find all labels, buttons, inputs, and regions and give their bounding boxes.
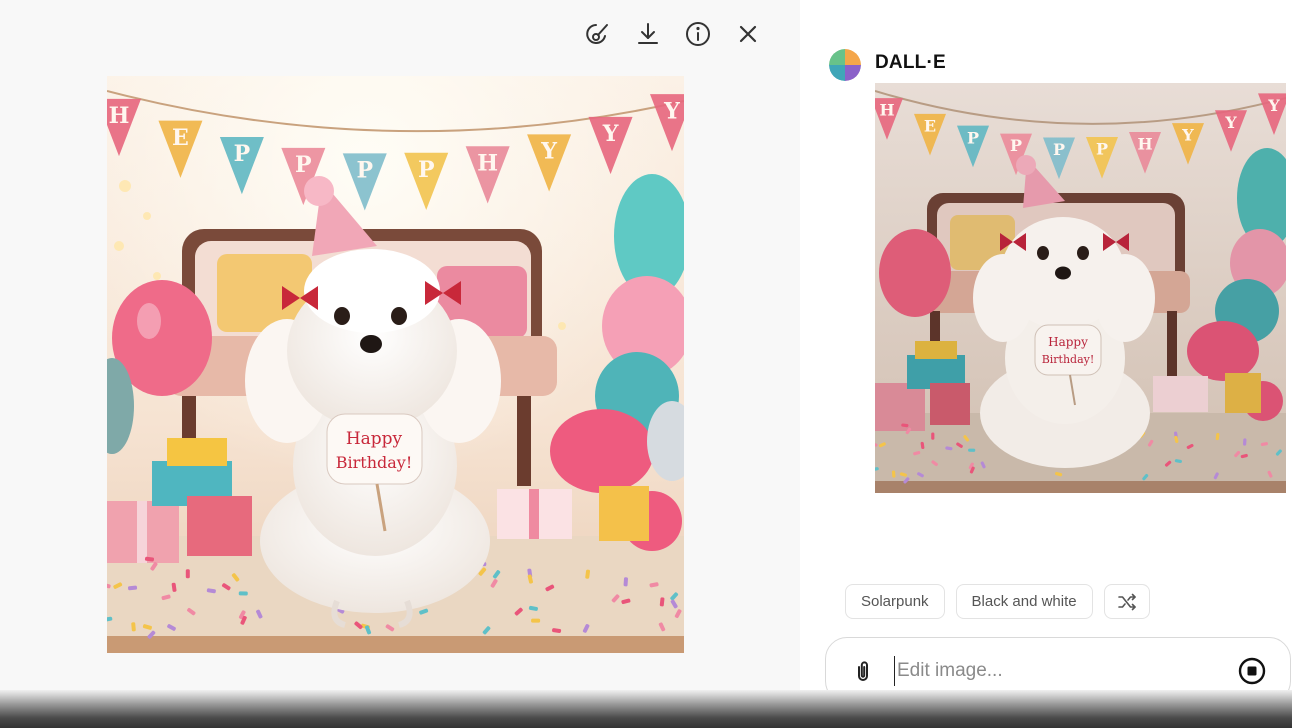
paperclip-icon[interactable] (850, 658, 876, 684)
confetti-piece (623, 577, 628, 587)
bunting-letter: H (1137, 135, 1152, 154)
bunting-letter: H (109, 103, 130, 129)
confetti-piece (531, 618, 541, 623)
confetti-piece (238, 591, 248, 596)
bunting-letter: Y (540, 139, 557, 165)
bunting-letter: Y (663, 98, 680, 124)
confetti-piece (968, 448, 976, 452)
info-icon (686, 22, 710, 46)
bunting-letter: Y (602, 121, 619, 147)
edit-image-input[interactable] (894, 656, 1214, 686)
suggestion-black-and-white[interactable]: Black and white (955, 584, 1093, 619)
bunting-letter: P (1096, 140, 1108, 159)
generated-image[interactable]: H E P P P P H Y Y Y Happy Birthday! (107, 76, 684, 653)
download-button[interactable] (630, 16, 666, 52)
bunting-letter: P (418, 157, 435, 183)
bunting-letter: E (172, 125, 189, 151)
sign-text-line2: Birthday! (336, 453, 413, 472)
close-icon (739, 25, 757, 43)
chat-panel: DALL·E H E P P P P H Y Y Y Happy Birthday! Solarp… (800, 0, 1292, 703)
bunting-letter: H (477, 150, 498, 176)
thumb-sign-line2: Birthday! (1042, 353, 1095, 366)
thumb-sign-line1: Happy (1048, 335, 1088, 349)
confetti-piece (1242, 438, 1247, 446)
bunting-letter: Y (1267, 96, 1280, 115)
bottom-bar (0, 690, 1292, 728)
bunting-letter: P (967, 128, 979, 147)
bunting-letter: H (879, 101, 894, 120)
bunting-letter: Y (1181, 126, 1194, 145)
suggestion-solarpunk[interactable]: Solarpunk (845, 584, 945, 619)
close-button[interactable] (730, 16, 766, 52)
brush-select-icon (586, 24, 608, 44)
bunting-letter: Y (1224, 113, 1237, 132)
confetti-piece (131, 622, 136, 632)
style-suggestions: Solarpunk Black and white (845, 584, 1150, 619)
sign-text-line1: Happy (346, 429, 403, 449)
confetti-piece (931, 432, 935, 440)
bunting-letter: P (1010, 136, 1022, 155)
download-icon (638, 23, 658, 44)
bunting-letter: P (295, 152, 312, 178)
viewer-toolbar (580, 16, 766, 52)
confetti-piece (185, 569, 190, 579)
bunting-letter: P (234, 141, 251, 167)
dalle-avatar (829, 49, 861, 81)
stop-icon[interactable] (1238, 657, 1266, 685)
bunting-letter: P (357, 158, 374, 184)
author-name: DALL·E (875, 52, 946, 73)
bunting-letter: P (1053, 140, 1065, 159)
generated-image-thumbnail[interactable]: H E P P P P H Y Y Y Happy Birthday! (875, 83, 1286, 493)
bunting-letter: E (924, 116, 936, 135)
shuffle-suggestions-button[interactable] (1103, 584, 1150, 619)
edit-selection-button[interactable] (580, 16, 616, 52)
shuffle-icon (1117, 593, 1136, 610)
info-button[interactable] (680, 16, 716, 52)
image-viewer: H E P P P P H Y Y Y Happy Birthday! (0, 0, 800, 690)
